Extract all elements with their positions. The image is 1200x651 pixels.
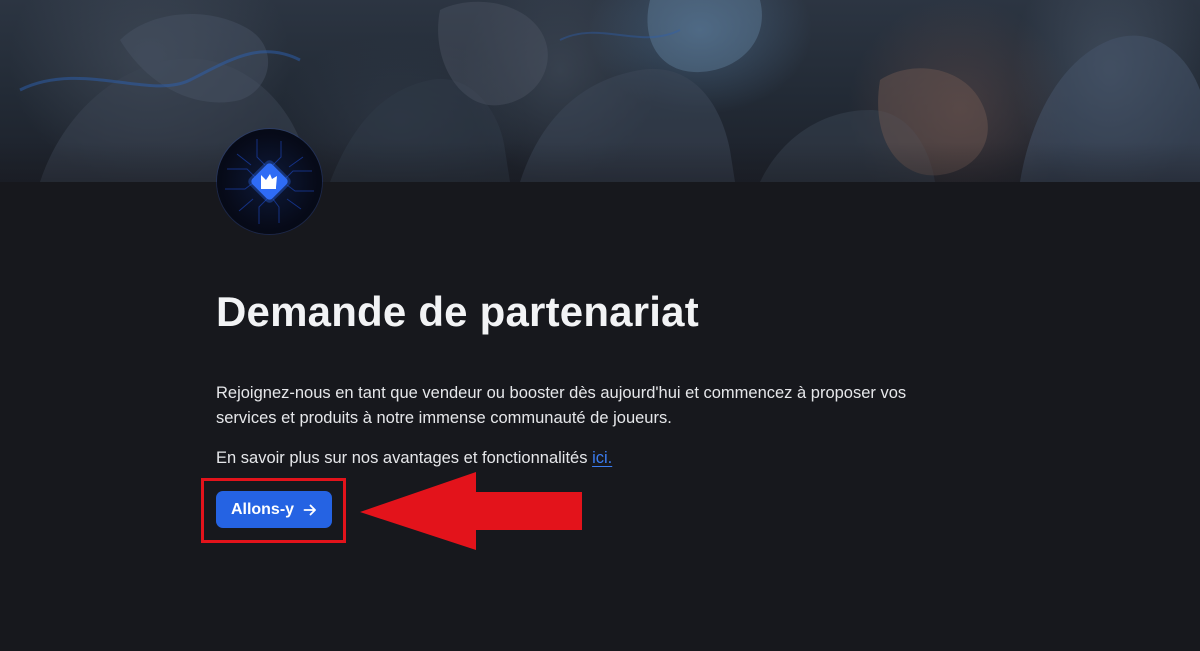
hero-banner	[0, 0, 1200, 182]
page: Demande de partenariat Rejoignez-nous en…	[0, 0, 1200, 651]
learn-more-text: En savoir plus sur nos avantages et fonc…	[216, 446, 612, 471]
annotation-arrow-icon	[360, 472, 582, 550]
hero-fade	[0, 142, 1200, 182]
learn-more-label: En savoir plus sur nos avantages et fonc…	[216, 449, 588, 467]
page-description: Rejoignez-nous en tant que vendeur ou bo…	[216, 384, 907, 427]
page-title: Demande de partenariat	[216, 288, 699, 335]
learn-more-link[interactable]: ici.	[592, 449, 612, 467]
brand-logo[interactable]	[217, 129, 322, 234]
crown-diamond-icon	[225, 139, 314, 224]
annotation-highlight-box	[201, 478, 346, 543]
